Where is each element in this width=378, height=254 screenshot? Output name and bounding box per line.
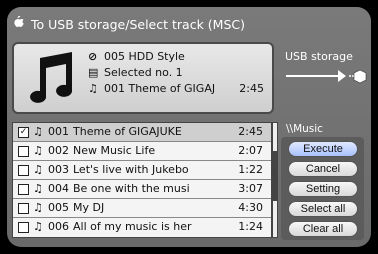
track-checkbox[interactable]: [18, 222, 29, 233]
select-all-button[interactable]: Select all: [288, 201, 358, 217]
window-title: To USB storage/Select track (MSC): [14, 15, 254, 34]
track-row[interactable]: ♫ 004 Be one with the musi 3:07: [13, 180, 271, 199]
track-list-scrollbar[interactable]: [272, 122, 278, 238]
track-row[interactable]: ♫ 006 All of my music is her 1:24: [13, 218, 271, 237]
album-line: ⊘ 005 HDD Style: [88, 50, 185, 63]
usb-transfer-arrow-icon: [286, 69, 367, 84]
track-checkbox[interactable]: ✓: [18, 127, 29, 138]
track-duration: 2:45: [239, 82, 264, 95]
track-row[interactable]: ♫ 002 New Music Life 2:07: [13, 142, 271, 161]
music-file-icon: ♫: [33, 125, 43, 138]
now-selected-panel: ⊘ 005 HDD Style ▤ Selected no. 1 ♫ 001 Them…: [12, 42, 274, 114]
setting-button[interactable]: Setting: [288, 181, 358, 197]
music-file-icon: ♫: [33, 201, 43, 214]
music-file-icon: ♫: [33, 144, 43, 157]
music-file-icon: ♫: [33, 220, 43, 233]
folder-path: \\Music: [286, 123, 323, 135]
track-row[interactable]: ✓ ♫ 001 Theme of GIGAJUKE 2:45: [13, 123, 271, 142]
window-title-text: To USB storage/Select track (MSC): [31, 17, 245, 32]
music-note-icon: [30, 52, 73, 103]
track-row[interactable]: ♫ 003 Let's live with Jukebo 1:22: [13, 161, 271, 180]
track-row[interactable]: ♫ 005 My DJ 4:30: [13, 199, 271, 218]
scrollbar-thumb[interactable]: [273, 151, 277, 201]
usb-storage-label: USB storage: [285, 50, 353, 63]
music-file-icon: ♫: [33, 163, 43, 176]
track-checkbox[interactable]: [18, 146, 29, 157]
clear-all-button[interactable]: Clear all: [288, 221, 358, 237]
track-checkbox[interactable]: [18, 184, 29, 195]
note-icon: ♫: [88, 82, 98, 95]
list-icon: ▤: [88, 66, 99, 79]
execute-button[interactable]: Execute: [288, 141, 358, 157]
apple-icon: [14, 15, 28, 34]
track-checkbox[interactable]: [18, 203, 29, 214]
track-checkbox[interactable]: [18, 165, 29, 176]
cancel-button[interactable]: Cancel: [288, 161, 358, 177]
selected-line: ▤ Selected no. 1: [88, 66, 183, 79]
track-list[interactable]: ✓ ♫ 001 Theme of GIGAJUKE 2:45 ♫ 002 New…: [12, 122, 272, 238]
track-line: ♫ 001 Theme of GIGAJ: [88, 82, 216, 95]
music-file-icon: ♫: [33, 182, 43, 195]
disc-icon: ⊘: [88, 50, 98, 63]
